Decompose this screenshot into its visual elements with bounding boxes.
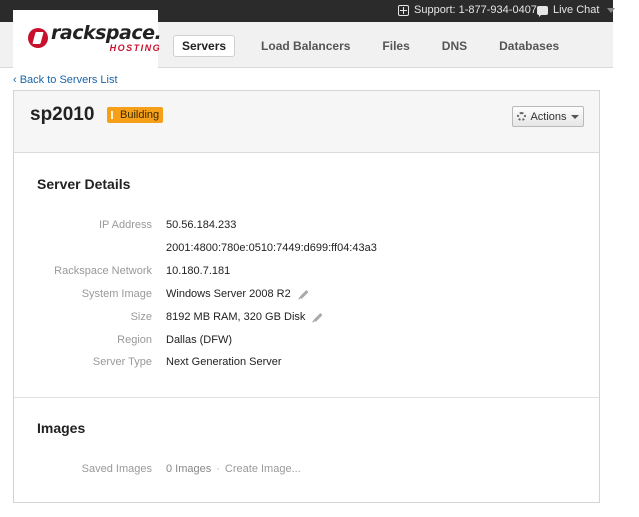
size-value: 8192 MB RAM, 320 GB Disk — [166, 311, 323, 323]
server-panel: sp2010 Building Actions Server Details I… — [13, 90, 600, 503]
rackspace-network-label: Rackspace Network — [54, 265, 152, 277]
nav-files[interactable]: Files — [372, 35, 419, 57]
ip-v6-value: 2001:4800:780e:0510:7449:d699:ff04:43a3 — [166, 242, 377, 254]
actions-button[interactable]: Actions — [512, 106, 584, 127]
region-label: Region — [117, 334, 152, 346]
rackspace-logo: rackspace. HOSTING — [28, 22, 162, 53]
ip-v4-value: 50.56.184.233 — [166, 219, 237, 231]
edit-pencil-icon[interactable] — [299, 289, 309, 299]
saved-images-label: Saved Images — [81, 463, 152, 475]
chevron-down-icon — [570, 114, 579, 119]
nav-databases[interactable]: Databases — [489, 35, 569, 57]
chevron-down-icon — [607, 7, 616, 13]
server-type-value: Next Generation Server — [166, 356, 282, 368]
main-nav: Servers Load Balancers Files DNS Databas… — [173, 35, 569, 57]
images-count: 0 Images — [166, 463, 212, 475]
server-details-title: Server Details — [37, 176, 131, 192]
region-value: Dallas (DFW) — [166, 334, 232, 346]
nav-load-balancers[interactable]: Load Balancers — [251, 35, 360, 57]
logo-subtitle: HOSTING — [109, 43, 162, 53]
server-type-label: Server Type — [92, 356, 152, 368]
system-image-label: System Image — [81, 288, 152, 300]
system-image-value: Windows Server 2008 R2 — [166, 288, 309, 300]
live-chat-button[interactable]: Live Chat — [537, 4, 616, 17]
ip-address-label: IP Address — [99, 219, 152, 231]
logo-wordmark: rackspace. — [51, 22, 162, 44]
logo-mark-icon — [28, 28, 48, 48]
saved-images-value: 0 Images · Create Image... — [166, 463, 301, 475]
section-divider — [14, 397, 599, 398]
chat-icon — [537, 5, 548, 17]
status-badge: Building — [107, 107, 164, 123]
rackspace-network-value: 10.180.7.181 — [166, 265, 231, 277]
size-label: Size — [130, 311, 152, 323]
main-header: rackspace. HOSTING Servers Load Balancer… — [0, 10, 613, 68]
separator: · — [216, 463, 220, 475]
nav-dns[interactable]: DNS — [432, 35, 477, 57]
support-label: Support: 1-877-934-0407 — [414, 4, 537, 16]
back-to-servers-link[interactable]: ‹ Back to Servers List — [13, 74, 118, 86]
server-name: sp2010 — [30, 104, 95, 125]
support-link[interactable]: Support: 1-877-934-0407 — [398, 4, 537, 16]
logo-tab[interactable]: rackspace. HOSTING — [13, 10, 162, 68]
live-chat-label: Live Chat — [553, 4, 600, 16]
server-header: sp2010 Building Actions — [14, 91, 599, 153]
images-title: Images — [37, 420, 86, 436]
create-image-link[interactable]: Create Image... — [225, 463, 301, 475]
edit-pencil-icon[interactable] — [313, 312, 323, 322]
gear-icon — [517, 112, 527, 121]
nav-servers[interactable]: Servers — [173, 35, 236, 57]
actions-label: Actions — [530, 110, 567, 123]
support-icon — [398, 4, 409, 16]
